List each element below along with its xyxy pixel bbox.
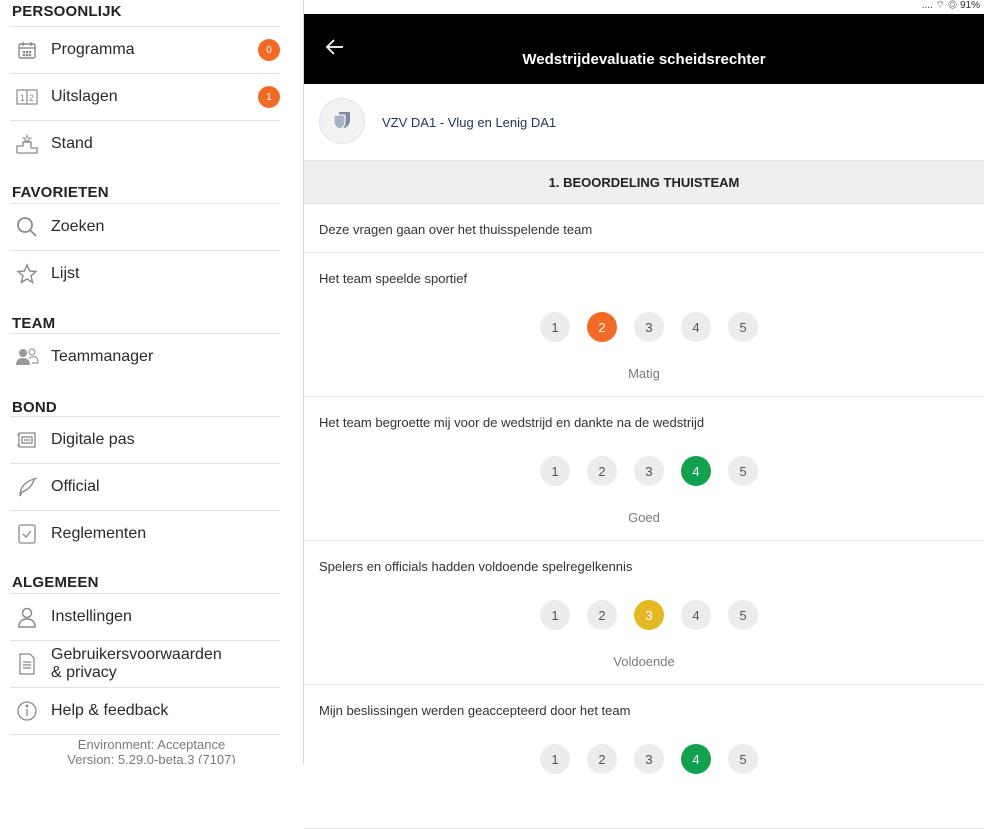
question-text: Mijn beslissingen werden geaccepteerd do… [319, 703, 631, 718]
sidebar-item-official[interactable]: Official [10, 463, 280, 510]
sidebar-item-digitale-pas[interactable]: Digitale pas [10, 416, 280, 463]
sidebar-item-label: Zoeken [51, 218, 105, 235]
status-indicators: .... ⌔ ◎ 91% [921, 0, 980, 11]
sidebar-item-uitslagen[interactable]: 12 Uitslagen 1 [10, 73, 280, 120]
match-name: VZV DA1 - Vlug en Lenig DA1 [382, 115, 557, 130]
sidebar-item-label: Uitslagen [51, 88, 118, 105]
sidebar-item-teammanager[interactable]: Teammanager [10, 333, 280, 380]
rating-label: Matig [628, 366, 660, 381]
card-icon [15, 428, 39, 452]
sidebar-item-label: Gebruikersvoorwaarden & privacy [51, 646, 222, 681]
rating-option-4[interactable]: 4 [681, 456, 711, 486]
sidebar-item-label: Instellingen [51, 608, 132, 625]
shield-icon [331, 108, 353, 135]
users-icon [15, 345, 39, 369]
sidebar-item-label: Digitale pas [51, 431, 135, 448]
status-bar: .... ⌔ ◎ 91% [304, 0, 984, 14]
count-badge: 1 [258, 86, 280, 108]
rating-option-3[interactable]: 3 [634, 456, 664, 486]
sidebar-item-reglementen[interactable]: Reglementen [10, 510, 280, 557]
rating-option-5[interactable]: 5 [728, 456, 758, 486]
calendar-icon [15, 38, 39, 62]
rating-label: Voldoende [613, 654, 675, 669]
divider [10, 734, 280, 735]
rating-option-2[interactable]: 2 [587, 744, 617, 774]
section-heading-algemeen: ALGEMEEN [12, 574, 99, 591]
rating-option-1[interactable]: 1 [540, 600, 570, 630]
section-heading-favorieten: FAVORIETEN [12, 184, 109, 201]
rating-option-4[interactable]: 4 [681, 600, 711, 630]
sidebar-item-label: Official [51, 478, 100, 495]
sidebar-item-label: Stand [51, 135, 93, 152]
rating-option-1[interactable]: 1 [540, 744, 570, 774]
section-heading-bond: BOND [12, 399, 57, 416]
question-text: Spelers en officials hadden voldoende sp… [319, 559, 633, 574]
sidebar-item-label: Reglementen [51, 525, 147, 542]
app-bar: Wedstrijdevaluatie scheidsrechter [304, 14, 984, 84]
sidebar-item-stand[interactable]: Stand [10, 120, 280, 167]
rating-option-3[interactable]: 3 [634, 312, 664, 342]
question-item: Het team begroette mij voor de wedstrijd… [304, 397, 984, 541]
svg-text:1: 1 [20, 93, 25, 103]
info-icon [15, 699, 39, 723]
rating-option-4[interactable]: 4 [681, 312, 711, 342]
question-text: Het team begroette mij voor de wedstrijd… [319, 415, 705, 430]
club-logo [319, 98, 365, 144]
person-icon [15, 605, 39, 629]
section-heading-team: TEAM [12, 315, 56, 332]
rating-option-2[interactable]: 2 [587, 600, 617, 630]
rating-option-5[interactable]: 5 [728, 312, 758, 342]
sidebar: PERSOONLIJK Programma 0 12 Uitslagen 1 S… [0, 0, 304, 764]
sidebar-item-label: Programma [51, 41, 135, 58]
sidebar-item-zoeken[interactable]: Zoeken [10, 203, 280, 250]
intro-text: Deze vragen gaan over het thuisspelende … [319, 222, 593, 237]
whistle-icon [15, 475, 39, 499]
section-title: 1. BEOORDELING THUISTEAM [304, 161, 984, 204]
document-icon [15, 652, 39, 676]
match-header: VZV DA1 - Vlug en Lenig DA1 [304, 84, 984, 161]
rating-scale: 12345 [540, 456, 760, 486]
count-badge: 0 [258, 39, 280, 61]
rating-option-1[interactable]: 1 [540, 312, 570, 342]
podium-icon [15, 132, 39, 156]
sidebar-item-instellingen[interactable]: Instellingen [10, 593, 280, 640]
sidebar-item-label: Help & feedback [51, 702, 169, 719]
rating-scale: 12345 [540, 312, 760, 342]
section-intro: Deze vragen gaan over het thuisspelende … [304, 204, 984, 253]
rating-option-5[interactable]: 5 [728, 744, 758, 774]
environment-label: Environment: Acceptance [77, 737, 226, 752]
sidebar-item-label: Teammanager [51, 348, 154, 365]
rating-label: Goed [628, 510, 660, 525]
sidebar-item-lijst[interactable]: Lijst [10, 250, 280, 297]
question-text: Het team speelde sportief [319, 271, 468, 286]
checklist-icon [15, 522, 39, 546]
rating-option-5[interactable]: 5 [728, 600, 758, 630]
sidebar-item-gebruikersvoorwaarden[interactable]: Gebruikersvoorwaarden & privacy [10, 640, 280, 687]
question-item: Het team speelde sportief 1 2 3 4 5 Matig [304, 253, 984, 397]
question-item: Mijn beslissingen werden geaccepteerd do… [304, 685, 984, 829]
rating-option-2[interactable]: 2 [587, 312, 617, 342]
rating-option-4[interactable]: 4 [681, 744, 711, 774]
scoreboard-icon: 12 [15, 85, 39, 109]
search-icon [15, 215, 39, 239]
rating-scale: 12345 [540, 744, 760, 774]
rating-option-2[interactable]: 2 [587, 456, 617, 486]
sidebar-item-programma[interactable]: Programma 0 [10, 26, 280, 73]
sidebar-item-label: Lijst [51, 265, 80, 282]
rating-option-3[interactable]: 3 [634, 600, 664, 630]
sidebar-item-help-feedback[interactable]: Help & feedback [10, 687, 280, 734]
question-item: Spelers en officials hadden voldoende sp… [304, 541, 984, 685]
rating-option-1[interactable]: 1 [540, 456, 570, 486]
rating-option-3[interactable]: 3 [634, 744, 664, 774]
section-heading-persoonlijk: PERSOONLIJK [12, 3, 122, 20]
rating-scale: 12345 [540, 600, 760, 630]
svg-text:2: 2 [29, 93, 34, 103]
version-label: Version: 5.29.0-beta.3 (7107) [67, 752, 236, 764]
page-title: Wedstrijdevaluatie scheidsrechter [522, 51, 766, 68]
star-icon [15, 262, 39, 286]
